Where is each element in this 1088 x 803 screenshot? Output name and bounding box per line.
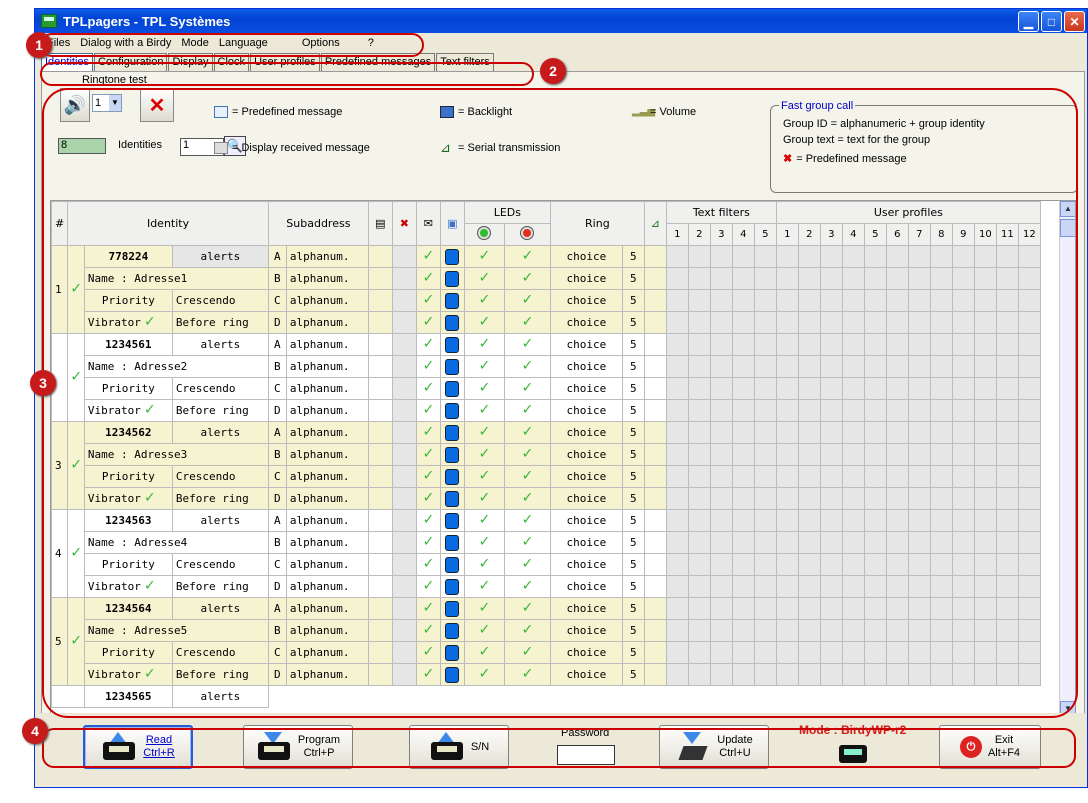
- title-bar: TPLpagers - TPL Systèmes ▁ □ ✕: [35, 9, 1087, 33]
- window-title: TPLpagers - TPL Systèmes: [63, 13, 231, 29]
- annotation-box-2: [40, 62, 534, 86]
- annotation-box-1: [40, 33, 424, 57]
- annotation-badge-3: 3: [30, 370, 56, 396]
- app-icon: [41, 14, 57, 28]
- annotation-box-4: [42, 728, 1076, 768]
- annotation-badge-1: 1: [26, 32, 52, 58]
- close-button[interactable]: ✕: [1064, 11, 1085, 32]
- annotation-box-3: [42, 88, 1078, 718]
- annotation-badge-4: 4: [22, 718, 48, 744]
- maximize-button[interactable]: □: [1041, 11, 1062, 32]
- annotation-badge-2: 2: [540, 58, 566, 84]
- minimize-button[interactable]: ▁: [1018, 11, 1039, 32]
